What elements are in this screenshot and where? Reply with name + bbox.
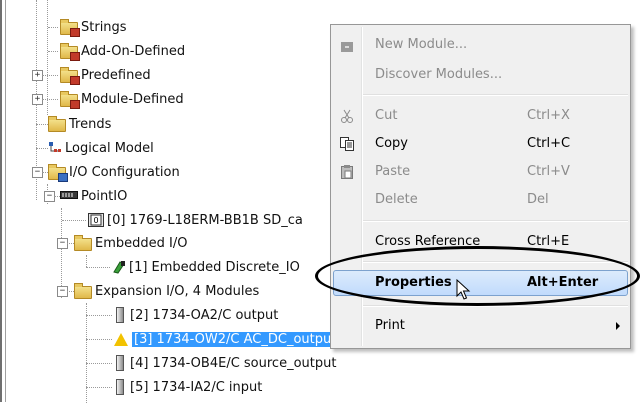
window-left-border [0,0,2,402]
menu-item-label: Paste [375,164,411,179]
folder-icon [60,67,80,85]
copy-icon [339,136,355,152]
menu-item-shortcut: Ctrl+V [527,164,570,179]
io-badge-icon [58,173,68,182]
tree-guide [42,99,58,100]
io-folder-icon [48,164,68,182]
menu-item-cut[interactable]: Cut Ctrl+X [333,103,628,129]
svg-text:0: 0 [93,216,98,225]
menu-item-copy[interactable]: Copy Ctrl+C [333,131,628,157]
submenu-arrow-icon [616,322,620,330]
tree-guide [36,124,48,125]
menu-item-label: Discover Modules... [375,67,503,82]
tag-badge-icon [70,76,80,85]
menu-item-shortcut: Ctrl+E [527,234,570,249]
tree-item-label: Module-Defined [81,91,184,107]
tree-guide [86,363,112,364]
tree-item-label: I/O Configuration [69,164,180,180]
menu-item-label: New Module... [375,37,468,52]
folder-icon [74,283,92,299]
tree-item-pointio[interactable]: − PointIO [44,185,128,207]
tree-item-strings[interactable]: Strings [48,16,127,38]
tree-item-label: Add-On-Defined [81,43,186,59]
tree-guide [42,75,58,76]
menu-item-paste[interactable]: Paste Ctrl+V [333,159,628,185]
controller-icon: 0 [88,213,104,227]
menu-item-discover-modules[interactable]: Discover Modules... [333,62,628,88]
tree-guide [48,27,58,28]
tag-badge-icon [70,28,80,37]
menu-separator [363,94,628,96]
tree-item-label: Strings [81,19,127,35]
tree-item-label: Trends [69,116,112,132]
tree-item-label: [1] Embedded Discrete_IO [129,259,300,275]
menu-separator [363,220,628,222]
tree-guide [48,51,58,52]
io-module-icon [116,355,124,371]
tree-guide [86,339,112,340]
tree-item-embedded-discrete-io[interactable]: [1] Embedded Discrete_IO [86,256,300,278]
tree-item-label: Logical Model [65,140,154,156]
embedded-module-icon [112,260,126,274]
tree-guide [62,220,86,221]
tree-item-label: PointIO [81,188,128,204]
menu-item-label: Copy [375,136,408,151]
tree-item-label: [2] 1734-OA2/C output [130,307,279,323]
warning-icon [114,332,128,346]
logical-model-icon [48,141,62,155]
tree-item-label: Expansion I/O, 4 Modules [95,283,260,299]
tree-item-label-selected: [3] 1734-OW2/C AC_DC_output [132,331,339,347]
tree-item-logical-model[interactable]: Logical Model [36,137,154,159]
folder-icon [60,91,80,109]
menu-item-delete[interactable]: Delete Del [333,187,628,213]
bus-adapter-icon [60,189,78,203]
tree-item-io-configuration[interactable]: − I/O Configuration [32,161,180,183]
tree-item-module-4[interactable]: [4] 1734-OB4E/C source_output [86,352,336,374]
window-inner-border [5,0,6,402]
menu-item-label: Print [375,318,405,333]
tree-guide [86,267,110,268]
tree-item-module-3[interactable]: [3] 1734-OW2/C AC_DC_output [86,328,339,350]
tree-item-embedded-io[interactable]: − Embedded I/O [57,232,188,254]
tree-item-trends[interactable]: Trends [36,113,111,135]
tree-item-label: Predefined [81,67,151,83]
tree-item-label: Embedded I/O [95,235,188,251]
highlight-ellipse [315,246,640,306]
paste-icon [339,164,355,180]
folder-icon [60,43,80,61]
tree-item-label: [0] 1769-L18ERM-BB1B SD_ca [107,212,303,228]
folder-icon [60,19,80,37]
tree-item-add-on-defined[interactable]: Add-On-Defined [48,40,185,62]
menu-item-print[interactable]: Print [333,313,628,339]
menu-item-shortcut: Ctrl+C [527,136,571,151]
menu-item-shortcut: Del [527,192,549,207]
tree-item-controller-module[interactable]: 0 [0] 1769-L18ERM-BB1B SD_ca [62,209,303,231]
tree-guide [67,243,74,244]
tag-badge-icon [70,52,80,61]
tree-item-module-defined[interactable]: + Module-Defined [32,88,184,110]
tree-item-predefined[interactable]: + Predefined [32,64,151,86]
scissors-icon [339,108,355,124]
tree-item-label: [4] 1734-OB4E/C source_output [130,355,337,371]
tree-item-module-2[interactable]: [2] 1734-OA2/C output [86,304,278,326]
menu-item-label: Cut [375,108,398,123]
tag-badge-icon [70,100,80,109]
tree-guide [86,387,112,388]
io-module-icon [116,307,124,323]
folder-icon [48,116,66,132]
new-module-icon [339,37,355,53]
menu-item-label: Delete [375,192,418,207]
tree-guide [36,148,48,149]
menu-item-shortcut: Ctrl+X [527,108,570,123]
tree-item-label: [5] 1734-IA2/C input [130,379,263,395]
folder-icon [74,235,92,251]
tree-guide [67,291,74,292]
tree-item-expansion-io[interactable]: − Expansion I/O, 4 Modules [57,280,260,302]
menu-item-new-module[interactable]: New Module... [333,32,628,58]
io-module-icon [116,379,124,395]
tree-item-module-5[interactable]: [5] 1734-IA2/C input [86,376,262,398]
tree-guide [86,315,112,316]
